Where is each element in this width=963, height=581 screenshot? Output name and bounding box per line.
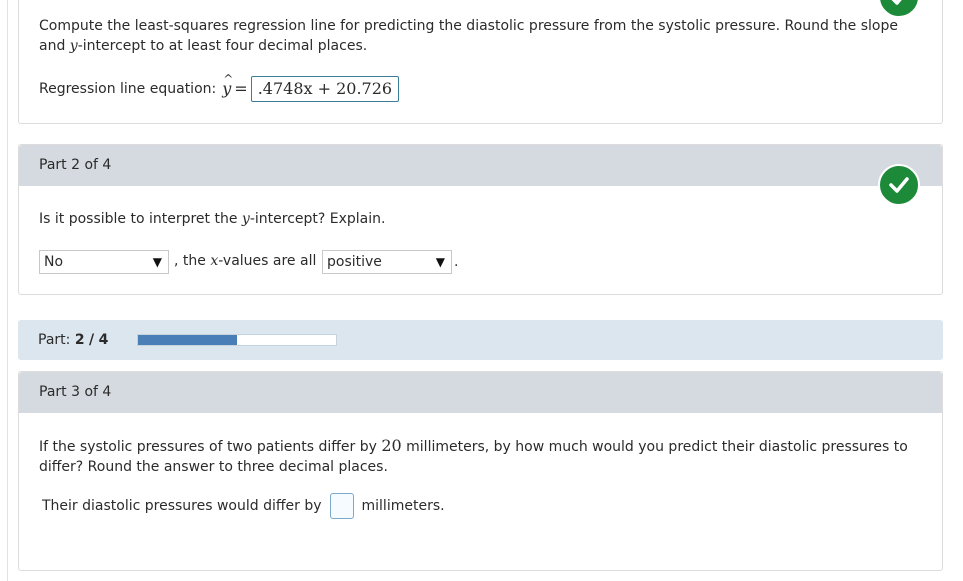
instruction-line1: Compute the least-squares regression lin…	[39, 18, 898, 34]
values-select[interactable]: positive ▼	[322, 250, 452, 274]
question-num: 20	[381, 436, 402, 455]
part3-header: Part 3 of 4	[19, 372, 942, 413]
answer-post: millimeters.	[361, 498, 445, 514]
part2-card: Part 2 of 4 Is it possible to interpret …	[18, 144, 943, 295]
question-pre: If the systolic pressures of two patient…	[39, 439, 382, 455]
progress-current: 2	[74, 332, 85, 348]
equation-row: Regression line equation: ^ y = .4748x +…	[39, 72, 400, 104]
y-hat: ^ y	[222, 72, 233, 100]
interpret-select[interactable]: No ▼	[39, 250, 169, 274]
question-post: millimeters, by how much would you predi…	[401, 439, 908, 455]
answer-row: Their diastolic pressures would differ b…	[42, 493, 445, 519]
instruction-line2-pre: and	[39, 38, 70, 54]
equals-sign: =	[234, 79, 248, 98]
hat-symbol: ^	[223, 71, 234, 86]
difference-input[interactable]	[329, 493, 354, 519]
part2-question: Is it possible to interpret the y-interc…	[39, 209, 385, 229]
explain-sentence: , the x-values are all	[174, 250, 316, 272]
answer-pre: Their diastolic pressures would differ b…	[42, 498, 322, 514]
triangle-down-icon: ▼	[435, 255, 445, 269]
part2-header: Part 2 of 4	[19, 145, 942, 186]
question-post: -intercept? Explain.	[249, 211, 386, 227]
progress-total: 4	[98, 332, 109, 348]
values-select-value: positive	[327, 254, 382, 270]
interpret-select-value: No	[44, 254, 64, 270]
instruction-line2-post: -intercept to at least four decimal plac…	[77, 38, 368, 54]
middle-post: -values are all	[218, 253, 317, 269]
part1-card: Compute the least-squares regression lin…	[18, 0, 943, 124]
check-icon	[878, 164, 920, 206]
triangle-down-icon: ▼	[152, 255, 162, 269]
progress-bar-fill	[138, 335, 237, 345]
equation-label: Regression line equation:	[39, 81, 217, 97]
end-punct: .	[454, 254, 459, 270]
progress-label: Part:	[38, 332, 71, 348]
part3-card: Part 3 of 4 If the systolic pressures of…	[18, 371, 943, 571]
part3-question: If the systolic pressures of two patient…	[39, 436, 924, 477]
regression-answer-field[interactable]: .4748x + 20.726	[250, 76, 400, 102]
progress-panel: Part: 2 / 4	[18, 320, 943, 360]
middle-pre: , the	[174, 253, 211, 269]
progress-sep: /	[89, 332, 95, 348]
question-line2: differ? Round the answer to three decima…	[39, 459, 388, 475]
part1-instruction: Compute the least-squares regression lin…	[39, 16, 919, 56]
question-pre: Is it possible to interpret the	[39, 211, 242, 227]
instruction-var-y: y	[69, 38, 78, 54]
question-var-y: y	[241, 211, 250, 227]
progress-label-row: Part: 2 / 4	[38, 331, 108, 349]
progress-bar	[137, 334, 337, 346]
